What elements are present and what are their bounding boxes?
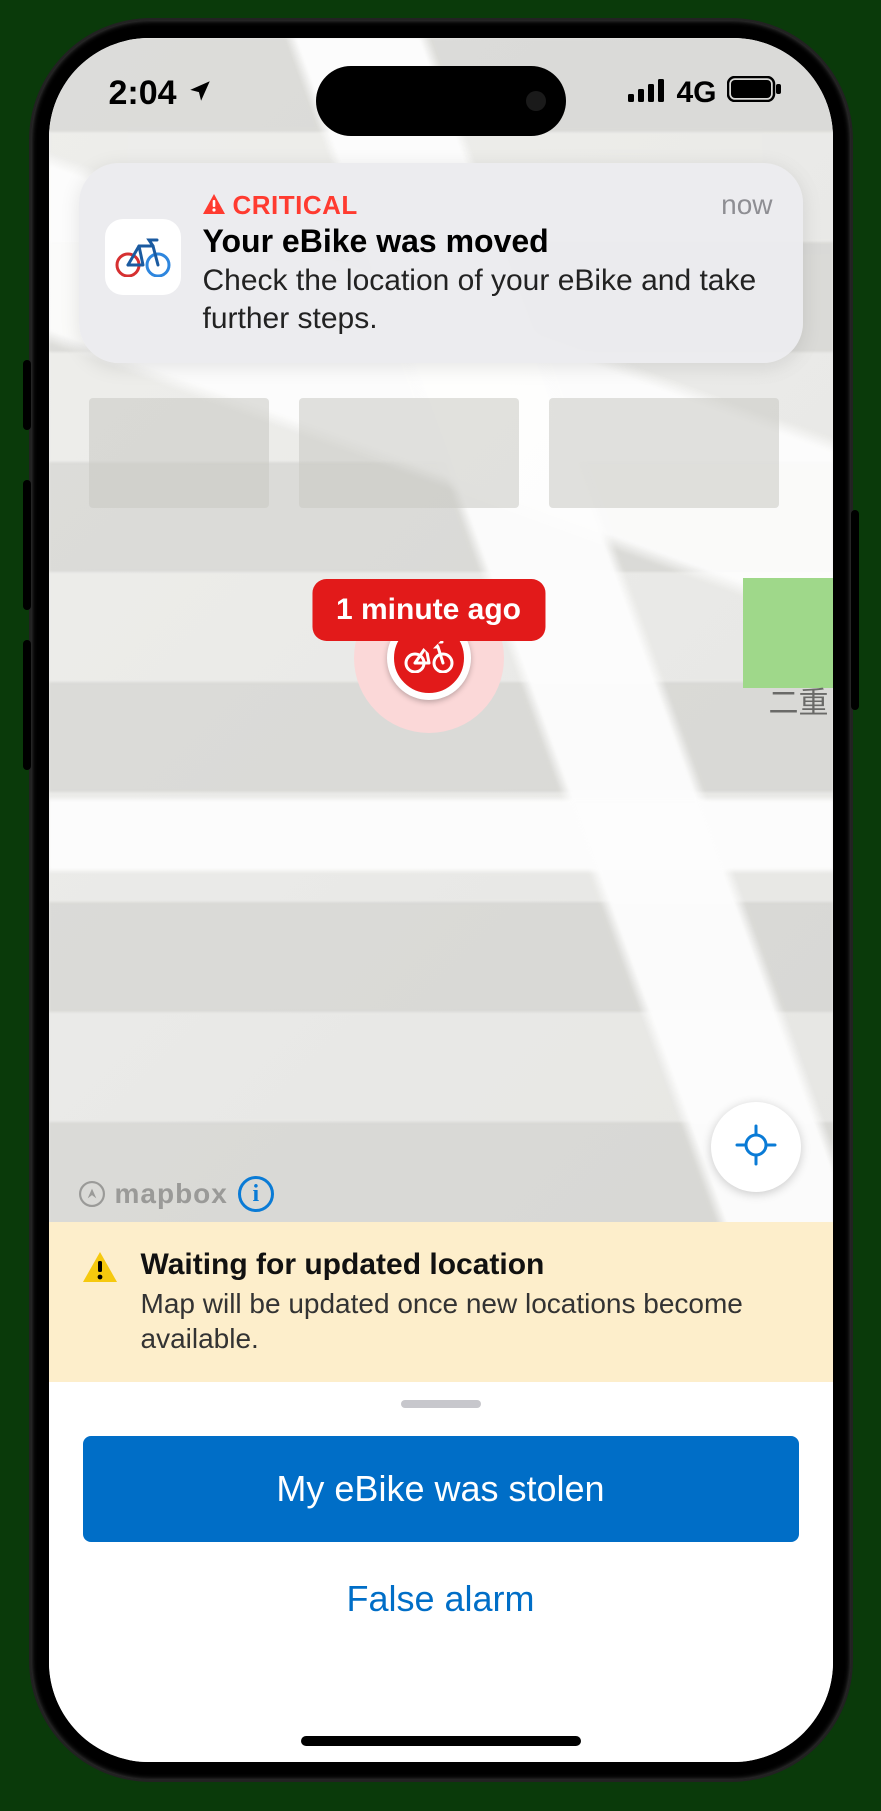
map-place-label: 二重 — [769, 678, 829, 722]
bike-icon — [115, 237, 171, 277]
waiting-banner: Waiting for updated location Map will be… — [49, 1222, 833, 1382]
notification-time: now — [721, 189, 772, 221]
stolen-button[interactable]: My eBike was stolen — [83, 1436, 799, 1542]
locate-me-button[interactable] — [711, 1102, 801, 1192]
notification-title: Your eBike was moved — [203, 223, 773, 260]
warning-triangle-icon — [203, 190, 225, 221]
notification-app-icon — [105, 219, 181, 295]
bike-marker[interactable]: 1 minute ago — [354, 583, 504, 733]
mapbox-logo-icon — [79, 1181, 105, 1207]
map-green-area — [743, 578, 833, 688]
location-arrow-icon — [187, 74, 213, 113]
status-time: 2:04 — [109, 74, 177, 113]
bottom-sheet: My eBike was stolen False alarm — [49, 1382, 833, 1762]
warning-triangle-icon — [83, 1252, 117, 1356]
map-attribution-label: mapbox — [115, 1178, 228, 1210]
side-button — [23, 360, 31, 430]
marker-tooltip: 1 minute ago — [312, 579, 545, 641]
side-button — [23, 640, 31, 770]
network-label: 4G — [676, 76, 716, 110]
notification-message: Check the location of your eBike and tak… — [203, 262, 773, 337]
notification-banner[interactable]: CRITICAL now Your eBike was moved Check … — [79, 163, 803, 363]
home-indicator[interactable] — [301, 1736, 581, 1746]
side-button — [23, 480, 31, 610]
side-button — [851, 510, 859, 710]
crosshair-icon — [734, 1123, 778, 1172]
false-alarm-button[interactable]: False alarm — [346, 1578, 534, 1620]
screen: 2:04 4G — [49, 38, 833, 1762]
phone-frame: 2:04 4G — [31, 20, 851, 1780]
info-icon[interactable]: i — [238, 1176, 274, 1212]
sheet-grabber[interactable] — [401, 1400, 481, 1408]
waiting-title: Waiting for updated location — [141, 1248, 799, 1282]
battery-icon — [727, 76, 783, 110]
critical-label: CRITICAL — [233, 190, 358, 221]
dynamic-island — [316, 66, 566, 136]
waiting-message: Map will be updated once new locations b… — [141, 1286, 799, 1356]
map-attribution: mapbox i — [79, 1176, 274, 1212]
signal-icon — [628, 76, 666, 110]
